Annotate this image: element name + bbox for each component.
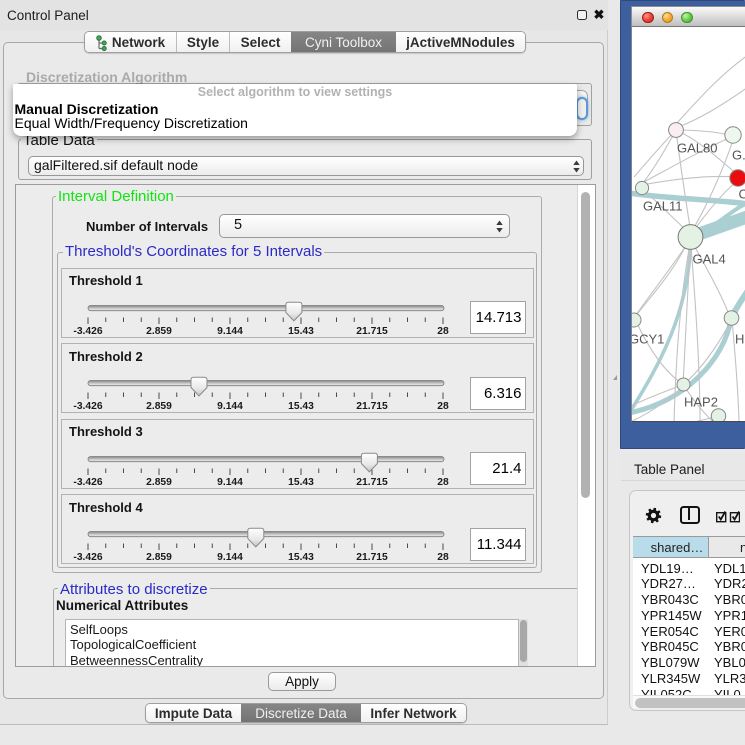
svg-text:2.859: 2.859 [146,401,172,412]
svg-text:GAL80: GAL80 [677,141,717,156]
svg-text:15.43: 15.43 [288,401,314,412]
svg-text:G.: G. [732,148,745,163]
svg-text:28: 28 [437,552,449,563]
svg-text:15.43: 15.43 [288,552,314,563]
svg-text:21.715: 21.715 [356,552,388,563]
svg-text:HAP2: HAP2 [684,395,718,410]
svg-text:15.43: 15.43 [288,326,314,337]
svg-text:GCY1: GCY1 [632,332,664,347]
svg-text:GAL11: GAL11 [643,199,683,214]
svg-text:21.715: 21.715 [356,477,388,488]
svg-text:21.715: 21.715 [356,401,388,412]
svg-text:-3.426: -3.426 [73,326,102,337]
svg-text:28: 28 [437,477,449,488]
svg-text:9.144: 9.144 [217,477,243,488]
svg-text:-3.426: -3.426 [73,552,102,563]
svg-text:2.859: 2.859 [146,326,172,337]
svg-text:9.144: 9.144 [217,401,243,412]
svg-text:2.859: 2.859 [146,552,172,563]
svg-text:15.43: 15.43 [288,477,314,488]
svg-text:2.859: 2.859 [146,477,172,488]
svg-text:H: H [735,332,744,347]
svg-text:28: 28 [437,401,449,412]
svg-text:21.715: 21.715 [356,326,388,337]
svg-text:9.144: 9.144 [217,552,243,563]
svg-text:9.144: 9.144 [217,326,243,337]
svg-text:C: C [739,187,745,202]
svg-text:-3.426: -3.426 [73,401,102,412]
svg-text:-3.426: -3.426 [73,477,102,488]
svg-text:28: 28 [437,326,449,337]
svg-text:GAL4: GAL4 [693,252,726,267]
